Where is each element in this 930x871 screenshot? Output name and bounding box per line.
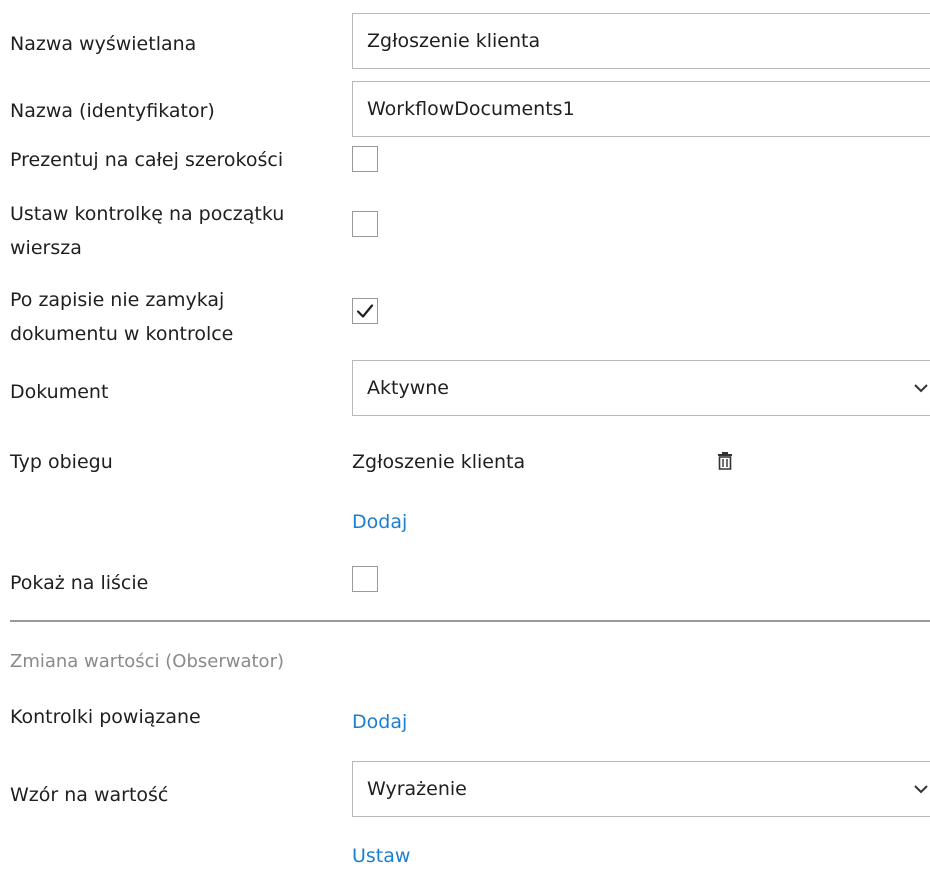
linked-controls-label: Kontrolki powiązane	[10, 706, 201, 728]
linked-controls-add-link[interactable]: Dodaj	[352, 707, 407, 737]
trash-icon[interactable]	[717, 452, 733, 474]
workflow-type-add-link[interactable]: Dodaj	[352, 507, 407, 537]
full-width-label: Prezentuj na całej szerokości	[10, 149, 284, 171]
identifier-label: Nazwa (identyfikator)	[10, 100, 215, 122]
value-formula-label: Wzór na wartość	[10, 784, 169, 806]
chevron-down-icon	[913, 762, 929, 816]
keep-open-label-line1: Po zapisie nie zamykaj	[10, 289, 225, 311]
line-start-label-line2: wiersza	[10, 237, 82, 259]
keep-open-checkbox[interactable]	[352, 298, 378, 324]
line-start-label-line1: Ustaw kontrolkę na początku	[10, 203, 285, 225]
observer-section-title: Zmiana wartości (Obserwator)	[10, 651, 284, 672]
value-formula-set-link[interactable]: Ustaw	[352, 841, 410, 871]
display-name-input[interactable]: Zgłoszenie klienta	[352, 13, 930, 69]
chevron-down-icon	[913, 361, 929, 415]
full-width-checkbox[interactable]	[352, 146, 378, 172]
show-on-list-checkbox[interactable]	[352, 566, 378, 592]
checkmark-icon	[356, 304, 374, 318]
document-selected-value: Aktywne	[367, 377, 449, 399]
workflow-type-item: Zgłoszenie klienta	[352, 451, 526, 473]
document-label: Dokument	[10, 381, 109, 403]
show-on-list-label: Pokaż na liście	[10, 572, 149, 594]
workflow-type-label: Typ obiegu	[10, 451, 113, 473]
display-name-label: Nazwa wyświetlana	[10, 33, 197, 55]
line-start-checkbox[interactable]	[352, 211, 378, 237]
value-formula-selected-value: Wyrażenie	[367, 778, 467, 800]
identifier-input[interactable]: WorkflowDocuments1	[352, 81, 930, 137]
keep-open-label-line2: dokumentu w kontrolce	[10, 323, 234, 345]
document-select[interactable]: Aktywne	[352, 360, 930, 416]
value-formula-select[interactable]: Wyrażenie	[352, 761, 930, 817]
section-divider	[10, 620, 930, 622]
